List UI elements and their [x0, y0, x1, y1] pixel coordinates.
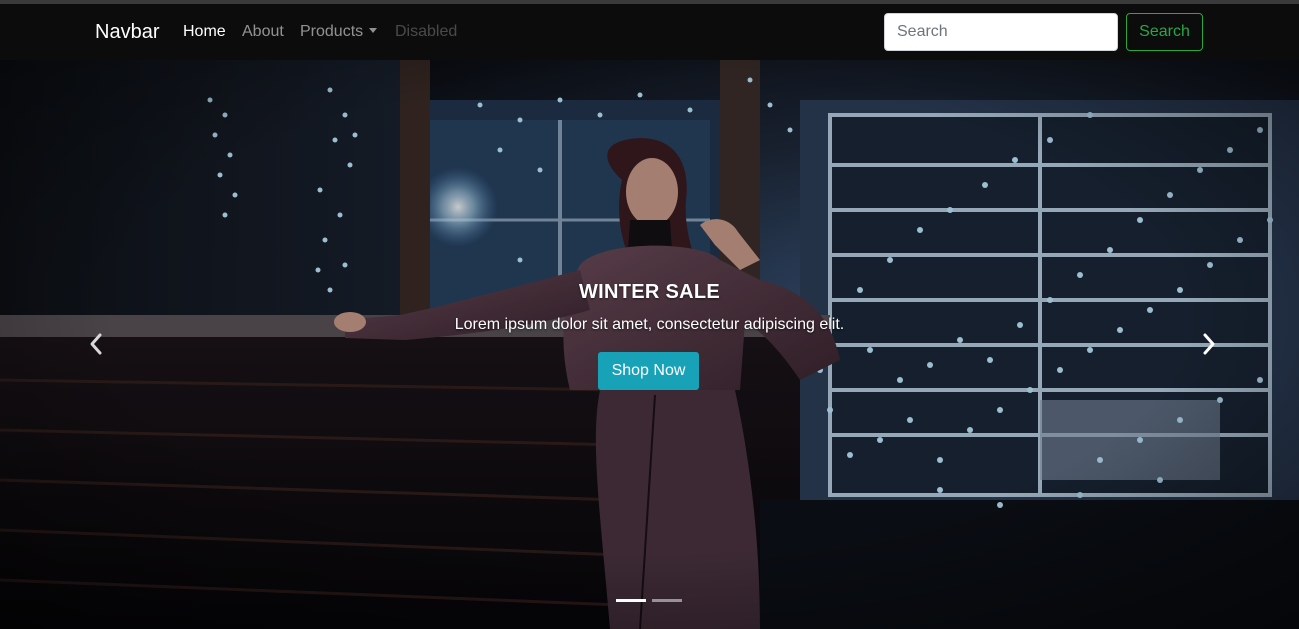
- slide-text: Lorem ipsum dolor sit amet, consectetur …: [454, 316, 845, 333]
- nav-dropdown-label: Products: [300, 23, 364, 40]
- search-button[interactable]: Search: [1126, 13, 1203, 51]
- carousel-indicator-2[interactable]: [652, 599, 682, 602]
- carousel-indicator-1[interactable]: [616, 599, 646, 602]
- carousel-caption: WINTER SALE Lorem ipsum dolor sit amet, …: [0, 60, 1299, 629]
- nav-link-about[interactable]: About: [242, 23, 284, 41]
- nav-link-disabled: Disabled: [395, 23, 458, 40]
- carousel-indicators: [0, 599, 1299, 605]
- slide-title: WINTER SALE: [578, 281, 721, 303]
- shop-now-button[interactable]: Shop Now: [598, 352, 699, 390]
- carousel: WINTER SALE Lorem ipsum dolor sit amet, …: [0, 60, 1299, 629]
- navbar-brand[interactable]: Navbar: [95, 21, 159, 43]
- caret-down-icon: [369, 28, 378, 33]
- nav-link-home[interactable]: Home: [183, 23, 226, 41]
- search-input[interactable]: [884, 13, 1118, 51]
- nav-dropdown-products[interactable]: Products: [300, 23, 378, 41]
- navbar: Navbar Home About Products Disabled Sear…: [0, 4, 1299, 60]
